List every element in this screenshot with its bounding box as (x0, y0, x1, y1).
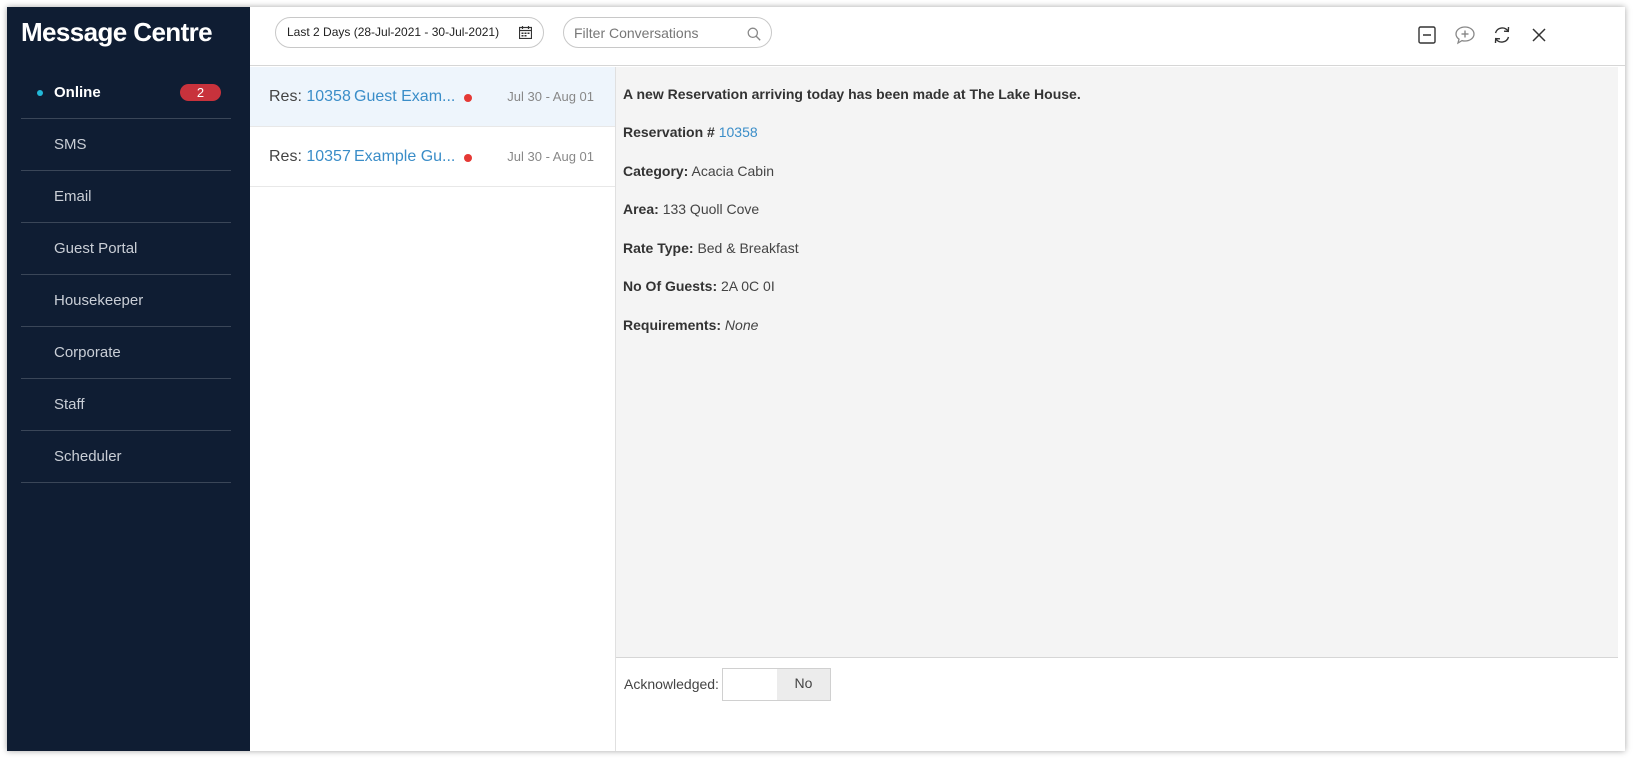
filter-conversations-input[interactable] (574, 24, 734, 42)
toolbar: Last 2 Days (28-Jul-2021 - 30-Jul-2021) (250, 7, 1625, 66)
conversation-dates: Jul 30 - Aug 01 (507, 89, 594, 104)
date-range-picker[interactable]: Last 2 Days (28-Jul-2021 - 30-Jul-2021) (275, 17, 544, 48)
sidebar-item-label: Corporate (54, 344, 121, 361)
sidebar-item-sms[interactable]: SMS (21, 119, 231, 171)
calendar-icon (519, 26, 532, 39)
filter-conversations-box (563, 17, 772, 48)
conversation-prefix: Res: (269, 148, 302, 165)
field-label: Rate Type: (623, 240, 694, 256)
date-range-label: Last 2 Days (28-Jul-2021 - 30-Jul-2021) (287, 25, 500, 39)
new-message-icon[interactable] (1454, 24, 1476, 46)
conversation-dates: Jul 30 - Aug 01 (507, 149, 594, 164)
reservation-number-link[interactable]: 10358 (719, 124, 758, 140)
guests-row: No Of Guests: 2A 0C 0I (623, 278, 775, 294)
guest-name: Example Gu... (354, 148, 456, 165)
refresh-icon[interactable] (1491, 24, 1513, 46)
conversation-list: Res: 10358 Guest Exam... Jul 30 - Aug 01… (250, 67, 616, 751)
unread-indicator (464, 94, 472, 102)
acknowledged-value: No (777, 669, 830, 700)
field-label: Area: (623, 201, 659, 217)
message-headline: A new Reservation arriving today has bee… (623, 86, 1081, 102)
sidebar-item-housekeeper[interactable]: Housekeeper (21, 275, 231, 327)
reservation-number-link[interactable]: 10358 (306, 88, 351, 105)
category-row: Category: Acacia Cabin (623, 163, 774, 179)
unread-indicator (464, 154, 472, 162)
message-centre-window: Message Centre Online 2 SMS Email Guest … (7, 7, 1625, 751)
sidebar-item-staff[interactable]: Staff (21, 379, 231, 431)
field-label: Reservation # (623, 124, 715, 140)
sidebar-item-label: Housekeeper (54, 292, 144, 309)
sidebar-item-email[interactable]: Email (21, 171, 231, 223)
sidebar-item-label: Guest Portal (54, 240, 138, 257)
sidebar-item-label: Scheduler (54, 448, 122, 465)
guest-name: Guest Exam... (354, 88, 456, 105)
sidebar-item-scheduler[interactable]: Scheduler (21, 431, 231, 483)
acknowledged-bar: Acknowledged: No (616, 657, 1618, 751)
sidebar-item-guest-portal[interactable]: Guest Portal (21, 223, 231, 275)
sidebar-item-label: Email (54, 188, 92, 205)
field-label: No Of Guests: (623, 278, 718, 294)
sidebar: Message Centre Online 2 SMS Email Guest … (7, 7, 250, 751)
sidebar-item-corporate[interactable]: Corporate (21, 327, 231, 379)
conversation-item[interactable]: Res: 10357 Example Gu... Jul 30 - Aug 01 (250, 127, 615, 187)
message-detail: A new Reservation arriving today has bee… (616, 67, 1618, 657)
requirements-value: None (724, 317, 759, 333)
guests-value: 2A 0C 0I (721, 278, 775, 294)
sidebar-item-label: SMS (54, 136, 87, 153)
search-icon[interactable] (747, 27, 761, 41)
conversation-prefix: Res: (269, 88, 302, 105)
rate-type-value: Bed & Breakfast (697, 240, 799, 256)
online-status-dot (37, 90, 43, 96)
conversation-item[interactable]: Res: 10358 Guest Exam... Jul 30 - Aug 01 (250, 67, 615, 127)
rate-type-row: Rate Type: Bed & Breakfast (623, 240, 799, 256)
acknowledged-label: Acknowledged: (624, 676, 719, 692)
channel-nav: Online 2 SMS Email Guest Portal Housekee… (21, 67, 231, 483)
app-title: Message Centre (21, 17, 213, 47)
requirements-row: Requirements: None (623, 317, 758, 333)
reservation-number-row: Reservation # 10358 (623, 124, 758, 140)
field-label: Requirements: (623, 317, 722, 333)
category-value: Acacia Cabin (691, 163, 774, 179)
sidebar-item-online[interactable]: Online 2 (21, 67, 231, 119)
area-value: 133 Quoll Cove (662, 201, 760, 217)
sidebar-item-label: Staff (54, 396, 85, 413)
acknowledged-toggle[interactable]: No (722, 668, 831, 701)
minimize-icon[interactable] (1416, 24, 1438, 46)
field-label: Category: (623, 163, 689, 179)
area-row: Area: 133 Quoll Cove (623, 201, 759, 217)
unread-count-badge: 2 (180, 84, 221, 101)
sidebar-item-label: Online (54, 84, 101, 101)
close-icon[interactable] (1528, 24, 1550, 46)
reservation-number-link[interactable]: 10357 (306, 148, 351, 165)
